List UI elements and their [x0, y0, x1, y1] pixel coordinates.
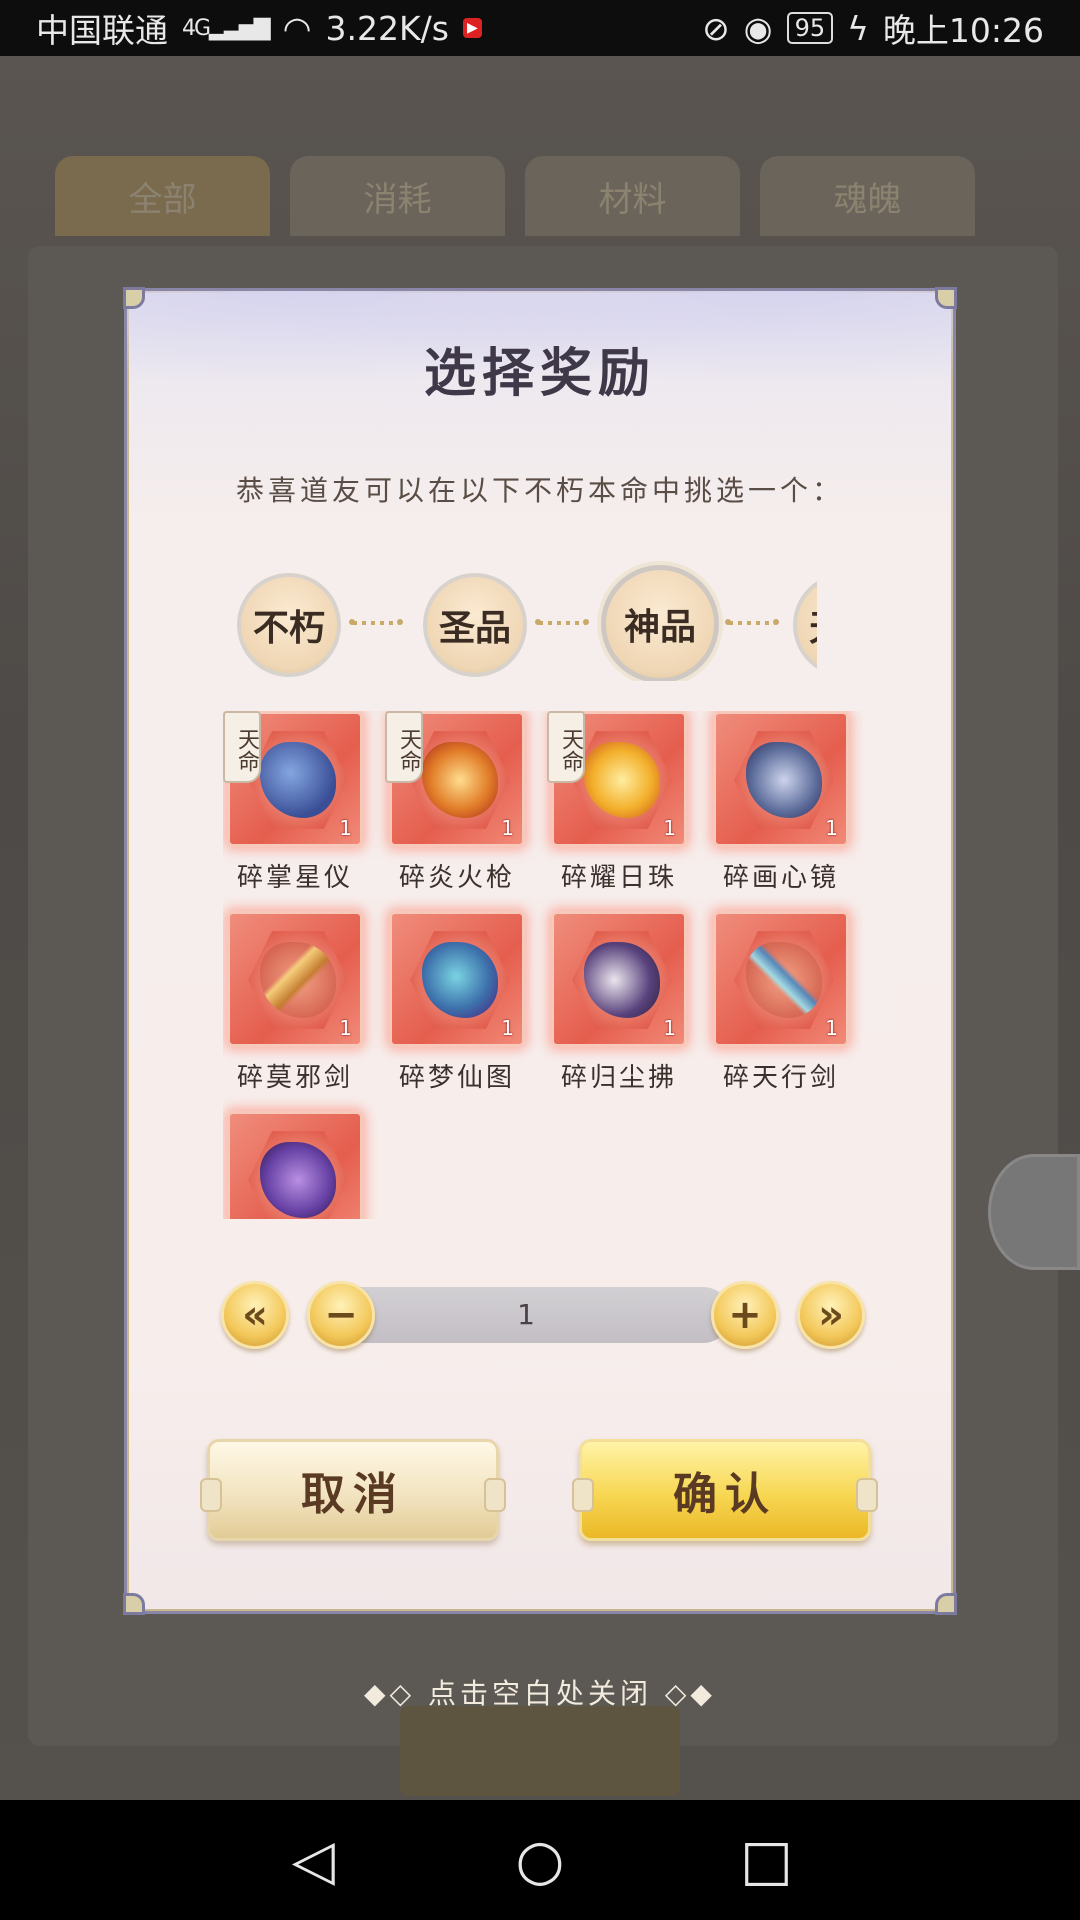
- item-count: 1: [825, 1016, 838, 1040]
- navigation-bar: ◁ ○ □: [0, 1800, 1080, 1920]
- corner-ornament: [935, 1593, 957, 1615]
- background-close-tag: [400, 1706, 680, 1796]
- item-name: 碎耀日珠: [560, 863, 677, 893]
- item-card: [227, 1111, 363, 1219]
- home-nav-icon[interactable]: ○: [500, 1828, 580, 1893]
- item-count: 1: [501, 816, 514, 840]
- battery-icon: 95: [786, 12, 834, 44]
- item-count: 1: [501, 1016, 514, 1040]
- item-name: 碎莫邪剑: [236, 1063, 353, 1093]
- clock: 晚上10:26: [882, 11, 1044, 50]
- bg-tab: 全部: [55, 156, 270, 236]
- quantity-minus-button[interactable]: −: [307, 1281, 375, 1349]
- tianming-tag: 天命: [223, 711, 261, 783]
- cancel-button[interactable]: 取消: [200, 1439, 506, 1541]
- dialog-title: 选择奖励: [423, 343, 656, 404]
- rarity-tab-shengpin[interactable]: 圣品: [423, 573, 527, 677]
- rarity-connector: [349, 619, 403, 625]
- app-notification-icon: ▶: [462, 18, 482, 38]
- back-nav-icon[interactable]: ◁: [273, 1828, 353, 1893]
- charging-icon: ϟ: [847, 8, 869, 48]
- quantity-first-button[interactable]: «: [221, 1281, 289, 1349]
- recents-nav-icon[interactable]: □: [727, 1828, 807, 1893]
- cancel-button-label: 取消: [301, 1469, 405, 1520]
- reward-dialog: 选择奖励 恭喜道友可以在以下不朽本命中挑选一个： 不朽 圣品 神品 天命 1 天…: [123, 287, 957, 1615]
- item-name: 碎掌星仪: [236, 863, 353, 893]
- bg-tab: 魂魄: [760, 156, 975, 236]
- item-name: 碎天行剑: [722, 1063, 839, 1093]
- quantity-stepper: 1 « − + »: [221, 1277, 867, 1349]
- item-count: 1: [825, 816, 838, 840]
- rarity-tabs: 不朽 圣品 神品 天命: [237, 561, 817, 681]
- button-cap-ornament: [572, 1478, 594, 1512]
- item-name: 碎归尘拂: [560, 1063, 677, 1093]
- item-count: 1: [663, 816, 676, 840]
- dialog-subtitle: 恭喜道友可以在以下不朽本命中挑选一个：: [235, 474, 844, 507]
- rarity-connector: [725, 619, 779, 625]
- rarity-tab-tianming[interactable]: 天命: [793, 573, 817, 677]
- quantity-last-button[interactable]: »: [797, 1281, 865, 1349]
- bg-tab: 消耗: [290, 156, 505, 236]
- tianming-tag: 天命: [547, 711, 585, 783]
- corner-ornament: [935, 287, 957, 309]
- item-slot[interactable]: 1 天命 碎耀日珠: [547, 711, 691, 907]
- item-slot[interactable]: 1 碎画心镜: [709, 711, 853, 907]
- button-cap-ornament: [200, 1478, 222, 1512]
- network-speed: 3.22K/s: [325, 8, 449, 48]
- item-card: 1: [389, 911, 525, 1047]
- character-avatar: [988, 1154, 1080, 1270]
- button-cap-ornament: [484, 1478, 506, 1512]
- item-name: 碎画心镜: [722, 863, 839, 893]
- wifi-icon: ◠: [282, 8, 312, 48]
- item-slot[interactable]: [223, 1111, 367, 1219]
- quantity-value[interactable]: 1: [321, 1287, 731, 1343]
- carrier-label: 中国联通: [36, 11, 168, 50]
- item-card: 1: [227, 911, 363, 1047]
- network-type: 4G: [182, 15, 211, 41]
- close-hint[interactable]: ◆◇ 点击空白处关闭 ◇◆: [0, 1672, 1080, 1712]
- item-name: 碎炎火枪: [398, 863, 515, 893]
- item-slot[interactable]: 1 碎归尘拂: [547, 911, 691, 1107]
- rarity-connector: [535, 619, 589, 625]
- item-name: 碎梦仙图: [398, 1063, 515, 1093]
- status-bar: 中国联通 4G▂▃▅▇ ◠ 3.22K/s ▶ ⊘ ◉ 95 ϟ 晚上10:26: [0, 0, 1080, 56]
- confirm-button-label: 确认: [673, 1469, 777, 1520]
- confirm-button[interactable]: 确认: [572, 1439, 878, 1541]
- item-count: 1: [663, 1016, 676, 1040]
- rarity-tab-shenpin[interactable]: 神品: [601, 565, 719, 681]
- background-tabs: 全部 消耗 材料 魂魄: [55, 156, 975, 236]
- quantity-plus-button[interactable]: +: [711, 1281, 779, 1349]
- bg-tab: 材料: [525, 156, 740, 236]
- item-card: 1: [551, 911, 687, 1047]
- item-card: 1: [713, 711, 849, 847]
- item-count: 1: [339, 1016, 352, 1040]
- signal-icon: 4G▂▃▅▇: [182, 15, 271, 41]
- item-slot[interactable]: 1 碎梦仙图: [385, 911, 529, 1107]
- data-saver-icon: ⊘: [702, 8, 730, 48]
- button-cap-ornament: [856, 1478, 878, 1512]
- rarity-tab-buxiu[interactable]: 不朽: [237, 573, 341, 677]
- item-slot[interactable]: 1 天命 碎炎火枪: [385, 711, 529, 907]
- item-grid[interactable]: 1 天命 碎掌星仪 1 天命 碎炎火枪 1 天命 碎耀日珠 1 碎画心镜 1 碎…: [223, 711, 863, 1219]
- corner-ornament: [123, 1593, 145, 1615]
- item-slot[interactable]: 1 碎天行剑: [709, 911, 853, 1107]
- item-slot[interactable]: 1 碎莫邪剑: [223, 911, 367, 1107]
- item-count: 1: [339, 816, 352, 840]
- item-card: 1: [713, 911, 849, 1047]
- eye-comfort-icon: ◉: [743, 8, 773, 48]
- item-slot[interactable]: 1 天命 碎掌星仪: [223, 711, 367, 907]
- tianming-tag: 天命: [385, 711, 423, 783]
